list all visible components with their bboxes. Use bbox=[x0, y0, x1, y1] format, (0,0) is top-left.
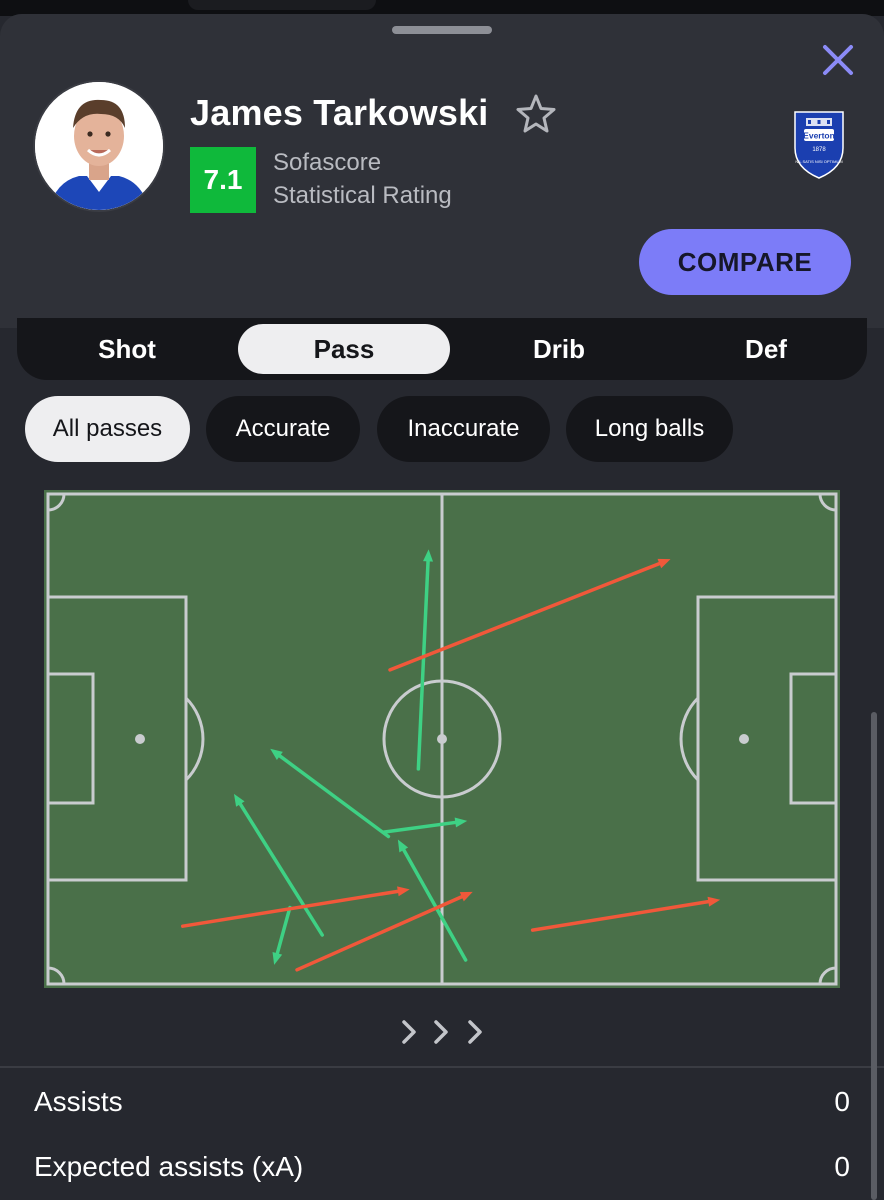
filter-accurate[interactable]: Accurate bbox=[206, 396, 360, 462]
tab-pass[interactable]: Pass bbox=[238, 324, 450, 374]
everton-crest-icon[interactable]: Everton 1878 NIL SATIS NISI OPTIMUM bbox=[786, 108, 852, 180]
inaccurate-pass-arrow bbox=[388, 558, 671, 672]
pass-map bbox=[44, 490, 840, 988]
assists-value: 0 bbox=[834, 1086, 850, 1117]
close-icon bbox=[823, 45, 853, 75]
drag-handle[interactable] bbox=[392, 26, 492, 34]
accurate-pass-arrow bbox=[233, 793, 324, 937]
rating-provider: Sofascore bbox=[273, 149, 382, 176]
crest-founded: 1878 bbox=[812, 147, 826, 153]
rating-label: Statistical Rating bbox=[273, 182, 452, 209]
xa-value: 0 bbox=[834, 1151, 850, 1182]
filter-inaccurate[interactable]: Inaccurate bbox=[377, 396, 550, 462]
pass-arrows bbox=[180, 549, 721, 972]
xa-label: Expected assists (xA) bbox=[34, 1151, 304, 1182]
pitch-graphic bbox=[46, 492, 838, 986]
crest-club-name: Everton bbox=[803, 131, 835, 141]
left-penalty-spot bbox=[135, 734, 145, 744]
chevrons-right-icon bbox=[402, 1020, 482, 1044]
scrollbar[interactable] bbox=[871, 712, 877, 1200]
tab-drib[interactable]: Drib bbox=[453, 324, 665, 374]
close-button[interactable] bbox=[818, 40, 858, 80]
compare-button[interactable]: COMPARE bbox=[639, 229, 851, 295]
crest-motto: NIL SATIS NISI OPTIMUM bbox=[795, 159, 842, 164]
next-page-button[interactable] bbox=[398, 1016, 488, 1048]
accurate-pass-arrow bbox=[381, 817, 468, 834]
player-name: James Tarkowski bbox=[190, 92, 489, 133]
tab-shot[interactable]: Shot bbox=[21, 324, 233, 374]
accurate-pass-arrow bbox=[272, 905, 292, 965]
favorite-button[interactable] bbox=[514, 92, 558, 136]
assists-label: Assists bbox=[34, 1086, 123, 1117]
filter-all-passes[interactable]: All passes bbox=[25, 396, 190, 462]
star-outline-icon bbox=[516, 94, 556, 133]
camera-notch bbox=[188, 0, 376, 10]
filter-long-balls[interactable]: Long balls bbox=[566, 396, 733, 462]
divider bbox=[0, 1066, 884, 1068]
player-avatar bbox=[33, 80, 165, 212]
stat-category-tabs: Shot Pass Drib Def bbox=[17, 318, 867, 380]
right-penalty-spot bbox=[739, 734, 749, 744]
rating-badge: 7.1 bbox=[190, 147, 256, 213]
accurate-pass-arrow bbox=[270, 748, 391, 839]
center-spot bbox=[437, 734, 447, 744]
tab-def[interactable]: Def bbox=[660, 324, 872, 374]
inaccurate-pass-arrow bbox=[530, 896, 721, 932]
